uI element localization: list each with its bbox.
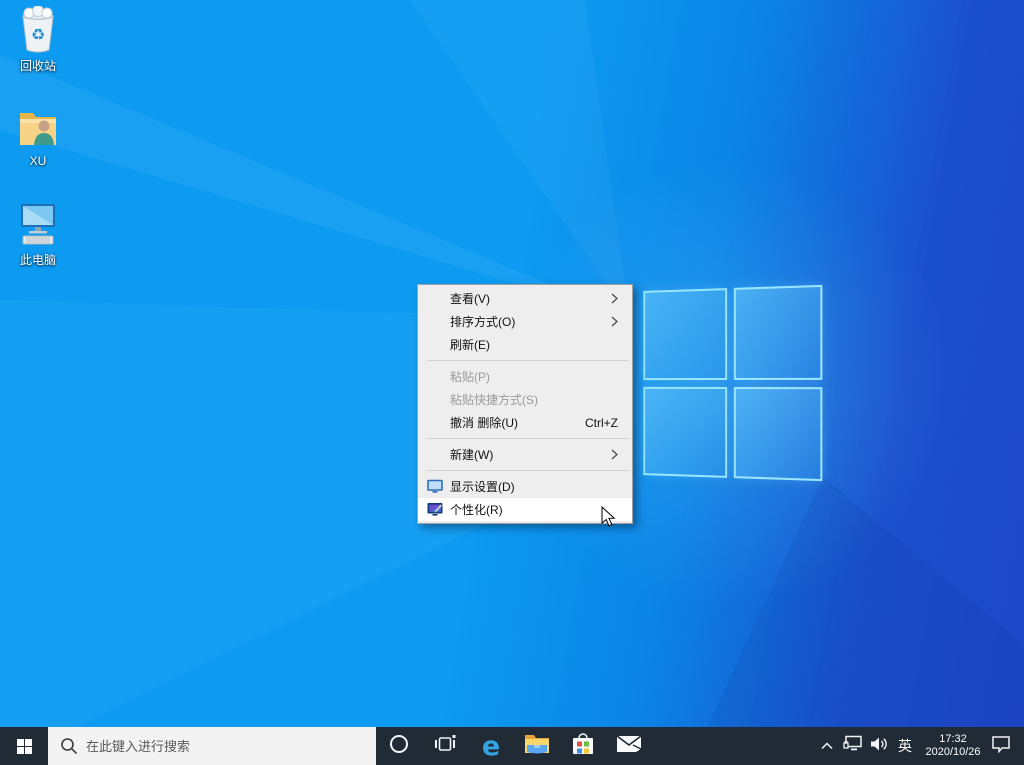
edge-icon: e	[482, 733, 500, 760]
ime-indicator[interactable]: 英	[892, 727, 918, 765]
task-view-button[interactable]	[422, 727, 468, 765]
menu-item-undo-delete[interactable]: 撤消 删除(U) Ctrl+Z	[418, 411, 632, 434]
desktop-icon-label: 此电脑	[0, 251, 76, 268]
windows-logo-pane	[733, 387, 822, 482]
store-button[interactable]	[560, 727, 606, 765]
action-center-button[interactable]	[988, 727, 1014, 765]
menu-item-shortcut: Ctrl+Z	[585, 416, 618, 430]
desktop-icon-this-pc[interactable]: 此电脑	[0, 200, 76, 268]
start-icon	[17, 739, 32, 754]
display-settings-icon	[427, 478, 443, 494]
volume-button[interactable]	[866, 727, 892, 765]
volume-icon	[870, 736, 889, 757]
windows-logo-pane	[643, 288, 726, 379]
svg-text:♻: ♻	[31, 27, 45, 44]
desktop-icon-recycle-bin[interactable]: ♻ 回收站	[0, 6, 76, 74]
task-view-icon	[434, 734, 456, 759]
desktop-screen: ♻ 回收站 XU	[0, 0, 1024, 765]
desktop-context-menu: 查看(V) 排序方式(O) 刷新(E) 粘贴(P) 粘贴快捷方式(S) 撤消 删…	[417, 284, 633, 524]
menu-item-paste-shortcut: 粘贴快捷方式(S)	[418, 388, 632, 411]
menu-item-label: 显示设置(D)	[450, 478, 515, 495]
cortana-icon	[388, 733, 410, 760]
clock-date: 2020/10/26	[920, 746, 986, 759]
menu-separator	[427, 470, 629, 471]
menu-item-new[interactable]: 新建(W)	[418, 443, 632, 466]
submenu-chevron-icon	[611, 293, 618, 304]
menu-item-label: 刷新(E)	[450, 336, 490, 353]
windows-logo-pane	[643, 386, 726, 477]
desktop-icon-label: XU	[0, 154, 76, 168]
network-button[interactable]	[840, 727, 866, 765]
cortana-button[interactable]	[376, 727, 422, 765]
menu-item-label: 粘贴(P)	[450, 368, 490, 385]
menu-separator	[427, 438, 629, 439]
mail-button[interactable]	[606, 727, 652, 765]
menu-item-personalize[interactable]: 个性化(R)	[418, 498, 632, 521]
recycle-bin-icon: ♻	[14, 6, 62, 54]
menu-item-refresh[interactable]: 刷新(E)	[418, 333, 632, 356]
this-pc-icon	[14, 200, 62, 248]
file-explorer-button[interactable]	[514, 727, 560, 765]
network-icon	[843, 735, 863, 757]
taskbar-search[interactable]	[48, 727, 376, 765]
mail-icon	[616, 734, 642, 759]
desktop-icon-user-folder[interactable]: XU	[0, 103, 76, 168]
submenu-chevron-icon	[611, 316, 618, 327]
menu-item-label: 新建(W)	[450, 446, 493, 463]
windows-logo-pane	[733, 285, 822, 380]
menu-item-label: 排序方式(O)	[450, 313, 515, 330]
menu-item-label: 撤消 删除(U)	[450, 414, 518, 431]
personalize-icon	[427, 501, 443, 517]
menu-item-label: 粘贴快捷方式(S)	[450, 391, 538, 408]
action-center-icon	[991, 735, 1011, 758]
menu-item-paste: 粘贴(P)	[418, 365, 632, 388]
menu-item-view[interactable]: 查看(V)	[418, 287, 632, 310]
taskbar: e	[0, 727, 1024, 765]
submenu-chevron-icon	[611, 449, 618, 460]
menu-item-label: 个性化(R)	[450, 501, 503, 518]
chevron-up-icon	[821, 737, 833, 755]
clock-time: 17:32	[920, 733, 986, 746]
tray-show-hidden-button[interactable]	[814, 727, 840, 765]
search-icon	[60, 737, 78, 760]
taskbar-clock[interactable]: 17:32 2020/10/26	[918, 733, 988, 759]
menu-separator	[427, 360, 629, 361]
start-button[interactable]	[0, 727, 48, 765]
desktop-icon-label: 回收站	[0, 57, 76, 74]
windows-logo-wallpaper	[643, 285, 822, 481]
user-folder-icon	[14, 103, 62, 151]
menu-item-display-settings[interactable]: 显示设置(D)	[418, 475, 632, 498]
menu-item-label: 查看(V)	[450, 290, 490, 307]
edge-button[interactable]: e	[468, 727, 514, 765]
search-input[interactable]	[48, 727, 376, 765]
file-explorer-icon	[524, 733, 550, 760]
menu-item-sort-by[interactable]: 排序方式(O)	[418, 310, 632, 333]
store-icon	[571, 731, 595, 762]
